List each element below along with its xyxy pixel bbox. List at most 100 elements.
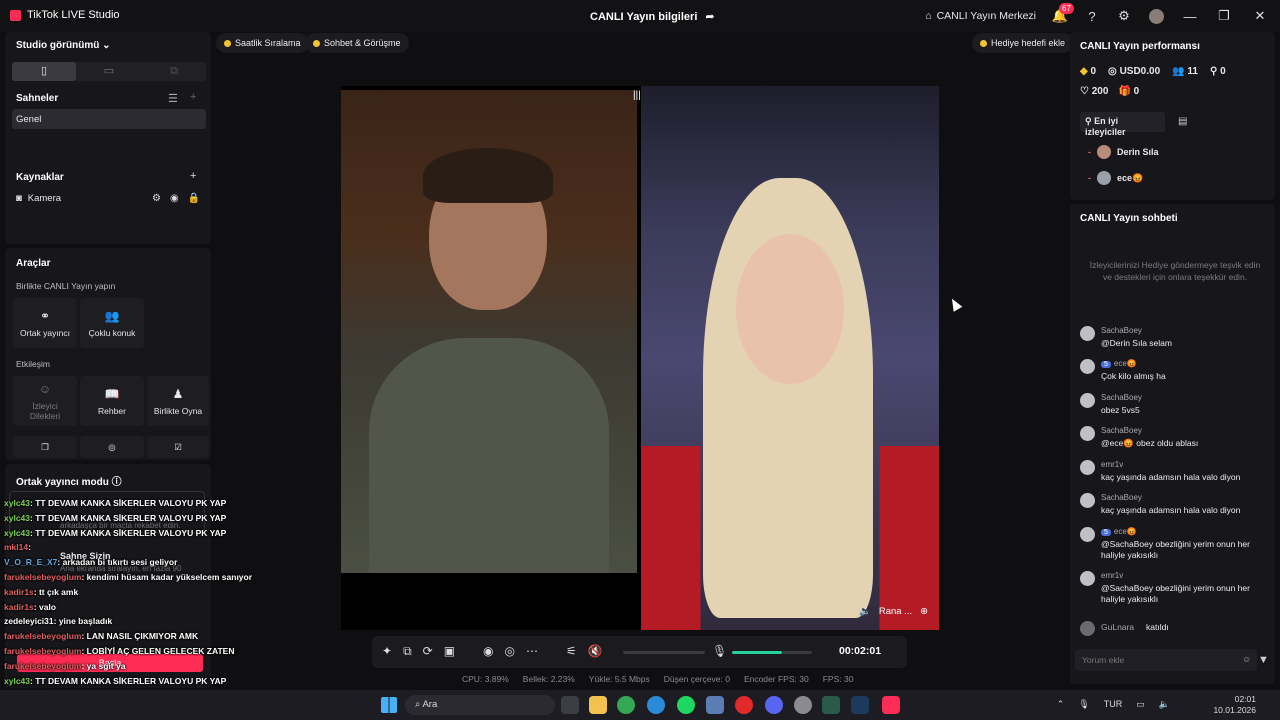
- avatar[interactable]: [1080, 527, 1095, 542]
- multi-guest-tool[interactable]: 👥 Çoklu konuk: [80, 298, 144, 348]
- maximize-button[interactable]: ❐: [1208, 0, 1240, 32]
- play-together-tool[interactable]: ♟ Birlikte Oyna: [147, 376, 209, 426]
- chat-message[interactable]: SachaBoey @ece😡 obez oldu ablası: [1080, 426, 1265, 456]
- help-icon[interactable]: ⓘ: [112, 477, 122, 488]
- avatar[interactable]: [1080, 426, 1095, 441]
- lock-icon[interactable]: 🔒: [188, 193, 200, 204]
- source-item-camera[interactable]: ◙ Kamera: [16, 193, 61, 204]
- tool-extra-2[interactable]: ◎: [80, 436, 144, 458]
- eye-icon[interactable]: ◉: [170, 193, 179, 204]
- app-icon-3[interactable]: [822, 696, 840, 714]
- settings-button[interactable]: ⚙: [1108, 0, 1140, 32]
- landscape-option[interactable]: ▭: [77, 62, 141, 81]
- close-button[interactable]: ✕: [1240, 0, 1280, 32]
- avatar[interactable]: [1080, 460, 1095, 475]
- chat-username[interactable]: GuLnara: [1101, 622, 1134, 632]
- steam-icon[interactable]: [851, 696, 869, 714]
- speaker-icon[interactable]: 🔈: [1159, 699, 1170, 710]
- broadcast-icon[interactable]: ◎: [505, 644, 515, 659]
- chat-username[interactable]: 5 ece😡: [1101, 527, 1137, 536]
- chat-username[interactable]: 5 ece😡: [1101, 359, 1137, 368]
- add-scene-button[interactable]: +: [190, 91, 196, 103]
- top-viewer-1[interactable]: - Derin Sıla: [1088, 145, 1159, 159]
- layout-icon[interactable]: ▣: [444, 644, 455, 659]
- list-icon[interactable]: ☰: [168, 92, 178, 105]
- chat-username[interactable]: SachaBoey: [1101, 393, 1142, 402]
- cohost-tool[interactable]: ⚭ Ortak yayıncı: [13, 298, 77, 348]
- magic-icon[interactable]: ✦: [382, 644, 392, 659]
- chat-username[interactable]: SachaBoey: [1101, 326, 1142, 335]
- comment-input[interactable]: Yorum ekle ☺: [1075, 649, 1257, 671]
- chat-message[interactable]: 5 ece😡 @SachaBoey obezliğini yerim onun he…: [1080, 527, 1265, 560]
- filter-icon[interactable]: ▼: [1258, 654, 1269, 666]
- more-icon[interactable]: ⋯: [526, 644, 538, 659]
- record-icon[interactable]: ◉: [483, 644, 493, 659]
- monitor-icon[interactable]: ▭: [1136, 699, 1145, 710]
- microphone-icon[interactable]: 🎙: [1078, 699, 1089, 710]
- chat-message[interactable]: SachaBoey obez 5vs5: [1080, 393, 1265, 423]
- notifications-button[interactable]: 🔔 67: [1044, 0, 1076, 32]
- chat-message[interactable]: GuLnaraGuLnarakatıldı: [1080, 621, 1265, 651]
- scene-item-genel[interactable]: Genel: [12, 109, 206, 129]
- chat-username[interactable]: emr1v: [1101, 460, 1123, 469]
- minimize-button[interactable]: —: [1172, 0, 1208, 32]
- chevron-up-icon[interactable]: ⌃: [1057, 699, 1065, 710]
- gift-goal-chip[interactable]: Hediye hedefi ekle: [972, 33, 1074, 53]
- sliders-icon[interactable]: ⚟: [566, 644, 577, 659]
- viewer-requests-tool[interactable]: ☺ İzleyici Dilekleri: [13, 376, 77, 426]
- chat-meet-chip[interactable]: Sohbet & Görüşme: [305, 33, 409, 53]
- plus-circle-icon[interactable]: ⊕: [920, 606, 928, 617]
- chat-message[interactable]: SachaBoey @Derin Sıla selam: [1080, 326, 1265, 356]
- edge-icon[interactable]: [647, 696, 665, 714]
- chat-username[interactable]: SachaBoey: [1101, 426, 1142, 435]
- app-icon-2[interactable]: [794, 696, 812, 714]
- chat-message[interactable]: emr1v @SachaBoey obezliğini yerim onun he…: [1080, 571, 1265, 604]
- taskview-icon[interactable]: [561, 696, 579, 714]
- calendar-icon[interactable]: ▤: [1178, 116, 1187, 127]
- avatar[interactable]: [1080, 571, 1095, 586]
- discord-icon[interactable]: [765, 696, 783, 714]
- tool-extra-1[interactable]: ❒: [13, 436, 77, 458]
- mic-level-track[interactable]: [782, 651, 812, 654]
- guide-tool[interactable]: 📖 Rehber: [80, 376, 144, 426]
- tool-extra-3[interactable]: ☑: [147, 436, 209, 458]
- top-viewer-2[interactable]: - ece😡: [1088, 171, 1143, 185]
- studio-view-dropdown[interactable]: Studio görünümü ⌄: [16, 40, 111, 51]
- live-center-button[interactable]: ⌂ CANLI Yayın Merkezi: [925, 10, 1044, 22]
- microphone-icon[interactable]: 🎙: [712, 644, 727, 658]
- effects-icon[interactable]: ⧉: [403, 644, 412, 659]
- taskbar-search[interactable]: ⌕ Ara: [405, 695, 555, 715]
- filter-icon[interactable]: ⟳: [423, 644, 433, 659]
- hourly-ranking-chip[interactable]: Saatlik Sıralama: [216, 33, 309, 53]
- portrait-option[interactable]: ▯: [12, 62, 76, 81]
- windows-start-icon[interactable]: [381, 697, 397, 713]
- dual-option[interactable]: ⧉: [142, 62, 206, 81]
- opera-icon[interactable]: [735, 696, 753, 714]
- mute-icon[interactable]: 🔇: [588, 644, 603, 659]
- avatar[interactable]: [1080, 493, 1095, 508]
- chat-username[interactable]: emr1v: [1101, 571, 1123, 580]
- chat-message[interactable]: emr1v kaç yaşında adamsın hala valo diyon: [1080, 460, 1265, 490]
- spotify-icon[interactable]: [677, 696, 695, 714]
- chat-username[interactable]: SachaBoey: [1101, 493, 1142, 502]
- avatar[interactable]: [1080, 621, 1095, 636]
- avatar[interactable]: [1080, 326, 1095, 341]
- live-info-button[interactable]: CANLI Yayın bilgileri ➦: [590, 10, 715, 24]
- chrome-icon[interactable]: [617, 696, 635, 714]
- stream-preview[interactable]: 🔈 Rana ... ⊕ |||: [341, 86, 939, 630]
- avatar[interactable]: [1080, 359, 1095, 374]
- avatar[interactable]: [1080, 393, 1095, 408]
- avatar-button[interactable]: [1140, 0, 1172, 32]
- speaker-icon[interactable]: 🔈: [859, 606, 871, 617]
- top-viewers-tab[interactable]: ⚲ En iyi izleyiciler: [1080, 112, 1165, 137]
- tiktok-live-icon[interactable]: [882, 696, 900, 714]
- app-icon[interactable]: [706, 696, 724, 714]
- chat-message[interactable]: 5 ece😡 Çok kilo almış ha: [1080, 359, 1265, 389]
- folder-icon[interactable]: [589, 696, 607, 714]
- add-source-button[interactable]: +: [190, 170, 196, 182]
- clock[interactable]: 02:01 10.01.2026: [1213, 694, 1256, 716]
- volume-slider[interactable]: [623, 651, 705, 654]
- help-button[interactable]: ?: [1076, 0, 1108, 32]
- settings-icon[interactable]: ⚙: [152, 193, 161, 204]
- emoji-icon[interactable]: ☺: [1242, 654, 1251, 664]
